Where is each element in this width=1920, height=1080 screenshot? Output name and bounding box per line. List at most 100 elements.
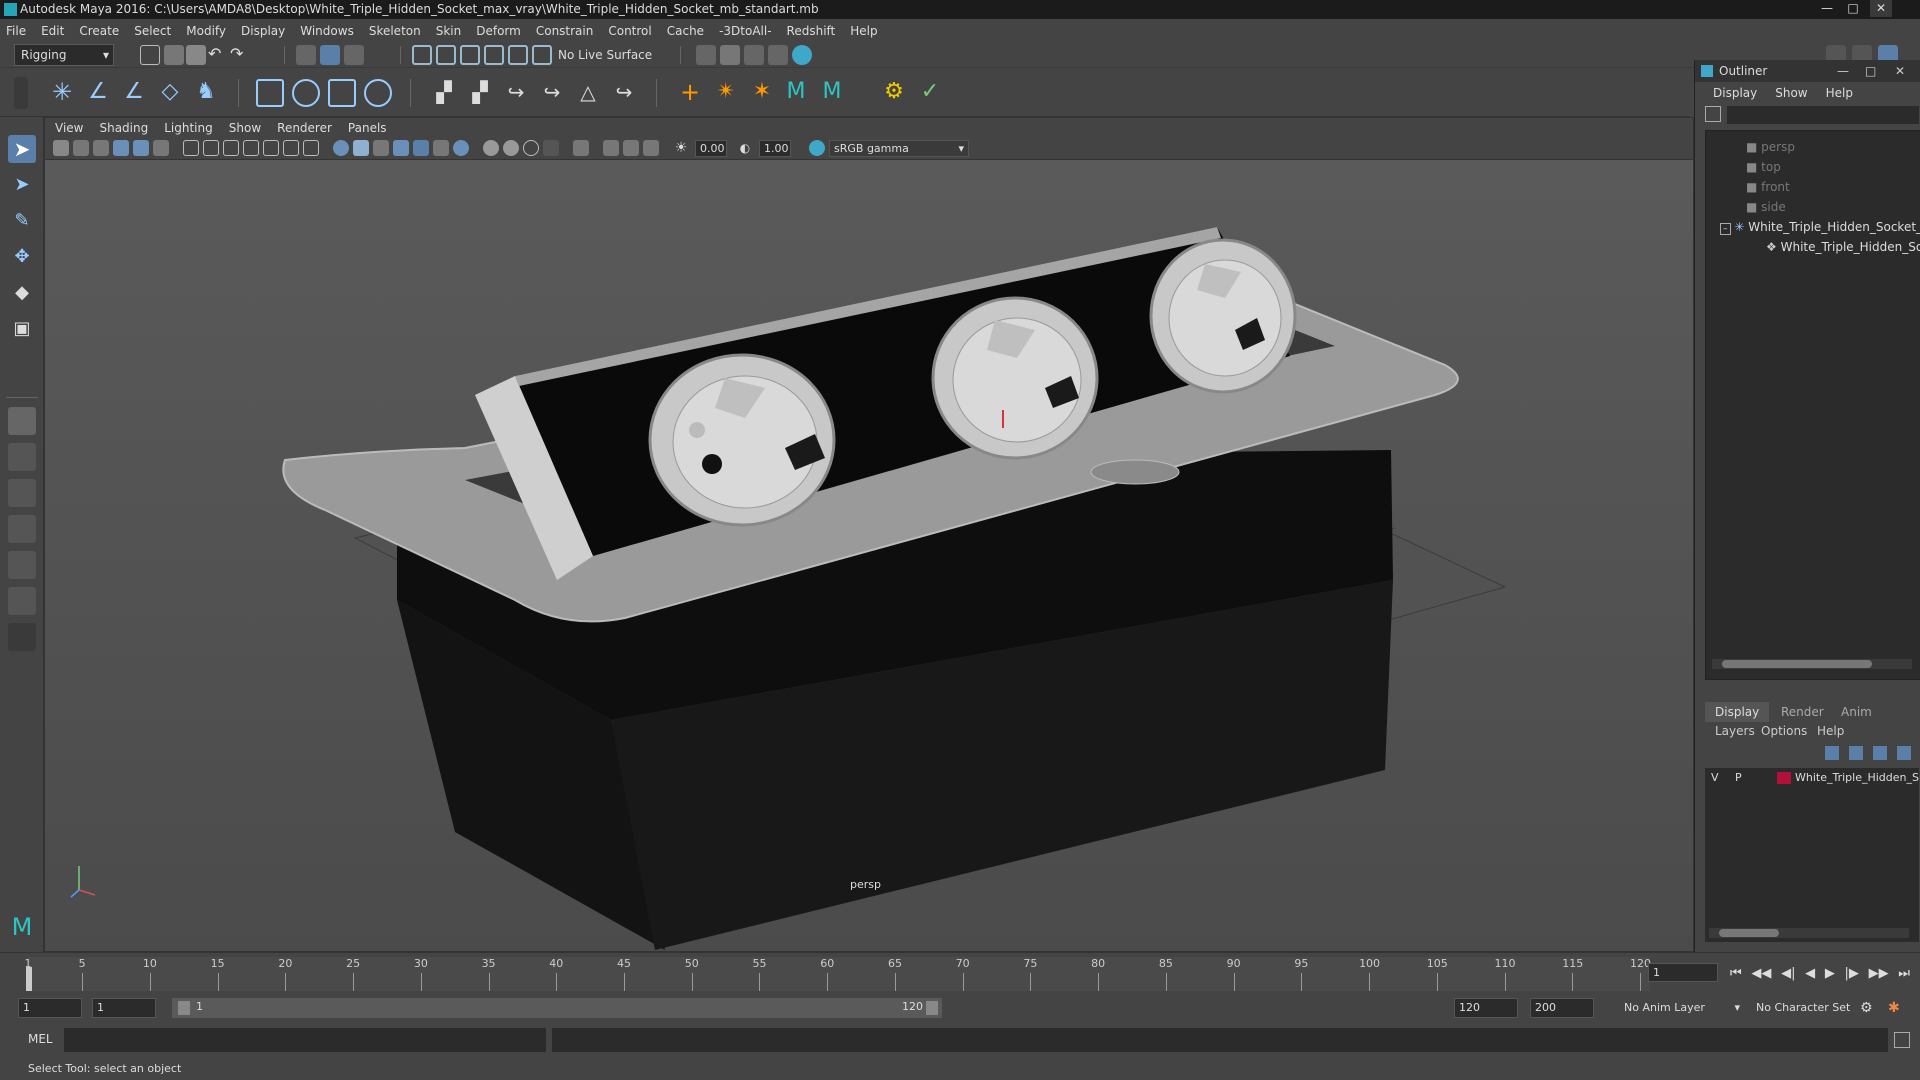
paint-select-icon[interactable]: ✎ [8,207,36,235]
command-input[interactable] [64,1028,546,1052]
go-to-start-icon[interactable]: ⏮ [1730,966,1742,981]
outliner-menu-help[interactable]: Help [1826,86,1853,100]
snap-live-icon[interactable] [532,45,552,65]
snap-view-icon[interactable] [484,45,504,65]
persp-graph-layout-icon[interactable] [8,515,36,543]
textured-icon[interactable] [393,140,409,156]
undo-icon[interactable]: ↶ [208,45,228,65]
render-frame-icon[interactable] [720,45,740,65]
snap-surface-icon[interactable] [508,45,528,65]
save-scene-icon[interactable] [186,45,206,65]
layer-playback-toggle[interactable]: P [1735,768,1742,788]
grid-icon[interactable] [183,140,199,156]
outliner-filter-icon[interactable] [1705,106,1721,122]
blend-shape-icon[interactable]: △ [574,79,602,107]
go-to-end-icon[interactable]: ⏭ [1898,966,1910,981]
script-editor-icon[interactable] [1894,1032,1910,1048]
step-back-key-icon[interactable]: ◀◀ [1751,966,1771,981]
grease-pencil-icon[interactable] [153,140,169,156]
menu-deform[interactable]: Deform [476,24,521,38]
locator-icon[interactable]: + [676,79,704,107]
menu-constrain[interactable]: Constrain [536,24,594,38]
layer-row[interactable]: V P White_Triple_Hidden_S [1705,768,1919,788]
outliner-item-front[interactable]: ■ front [1746,177,1790,197]
layer-tab-render[interactable]: Render [1771,702,1834,722]
parent-constraint-icon[interactable]: M [818,79,846,107]
wireframe-icon[interactable] [333,140,349,156]
outliner-item-top[interactable]: ■ top [1746,157,1781,177]
outliner-item-group[interactable]: – ✳ White_Triple_Hidden_Socket_ [1720,217,1920,237]
viewport-menu-shading[interactable]: Shading [99,121,148,135]
outliner-item-persp[interactable]: ■ persp [1746,137,1795,157]
viewport-canvas[interactable]: persp [45,160,1693,951]
film-gate-icon[interactable] [203,140,219,156]
paint-weights-icon[interactable] [364,79,392,107]
menu-skin[interactable]: Skin [436,24,462,38]
color-space-select[interactable]: sRGB gamma ▾ [829,140,969,157]
ik-handle-icon[interactable]: ∠ [84,79,112,107]
menu-control[interactable]: Control [608,24,651,38]
hypershade-icon[interactable] [792,45,812,65]
step-back-frame-icon[interactable]: ◀| [1781,966,1795,981]
interactive-bind-icon[interactable] [328,79,356,107]
menu-windows[interactable]: Windows [300,24,354,38]
xray-icon[interactable] [543,140,559,156]
backface-culling-icon[interactable] [643,140,659,156]
safe-title-icon[interactable] [303,140,319,156]
menu-modify[interactable]: Modify [186,24,226,38]
render-settings-icon[interactable] [768,45,788,65]
lock-camera-icon[interactable] [73,140,89,156]
smooth-bind-icon[interactable] [292,79,320,107]
new-layer-selected-icon[interactable] [1897,746,1911,760]
collapse-icon[interactable] [8,623,36,651]
image-plane-icon[interactable] [113,140,129,156]
auto-key-icon[interactable]: ⚙ [1860,1000,1876,1016]
minimize-button[interactable]: — [1816,0,1838,17]
start-time-field[interactable]: 1 [18,998,82,1018]
color-management-icon[interactable] [809,140,825,156]
snap-curve-icon[interactable] [436,45,456,65]
render-view-icon[interactable] [696,45,716,65]
anim-layer-select[interactable]: No Anim Layer ▾ [1624,998,1744,1018]
step-forward-key-icon[interactable]: ▶▶ [1869,966,1889,981]
wrap-icon[interactable]: ↪ [538,79,566,107]
snap-grid-icon[interactable] [412,45,432,65]
snap-point-icon[interactable] [460,45,480,65]
point-constraint-icon[interactable]: ✴ [712,79,740,107]
select-component-icon[interactable] [344,45,364,65]
gate-mask-icon[interactable] [243,140,259,156]
default-material-icon[interactable] [373,140,389,156]
mode-selector[interactable]: Rigging ▾ [14,44,114,66]
aim-constraint-icon[interactable]: ✶ [748,79,776,107]
select-hierarchy-icon[interactable] [296,45,316,65]
menu-3dtoall[interactable]: -3DtoAll- [719,24,771,38]
bind-skin-icon[interactable] [256,79,284,107]
cluster-icon[interactable]: ▞ [430,79,458,107]
connection-editor-icon[interactable]: ✓ [916,79,944,107]
layers-menu-layers[interactable]: Layers [1715,724,1755,738]
menu-file[interactable]: File [6,24,26,38]
outliner-layout-icon[interactable] [8,587,36,615]
viewport-menu-lighting[interactable]: Lighting [164,121,213,135]
menu-edit[interactable]: Edit [41,24,64,38]
select-tool-icon[interactable]: ➤ [8,135,36,163]
outliner-menu-show[interactable]: Show [1775,86,1807,100]
open-scene-icon[interactable] [164,45,184,65]
current-frame-field[interactable]: 1 [1648,963,1718,982]
shelf-menu-icon[interactable] [14,77,28,109]
set-driven-key-icon[interactable]: ⚙ [880,79,908,107]
new-layer-icon[interactable] [1873,746,1887,760]
viewport-menu-view[interactable]: View [55,121,83,135]
step-forward-frame-icon[interactable]: |▶ [1845,966,1859,981]
sculpt-icon[interactable]: ↪ [610,79,638,107]
layers-menu-options[interactable]: Options [1761,724,1807,738]
hypershade-layout-icon[interactable] [8,551,36,579]
animation-prefs-icon[interactable]: ✱ [1888,1000,1904,1016]
maximize-button[interactable]: □ [1842,0,1864,17]
viewport-menu-renderer[interactable]: Renderer [277,121,332,135]
orient-constraint-icon[interactable]: M [782,79,810,107]
layer-tab-anim[interactable]: Anim [1831,702,1882,722]
layer-tab-display[interactable]: Display [1705,702,1770,722]
play-backward-icon[interactable]: ◀ [1805,966,1815,981]
close-button[interactable]: ✕ [1870,0,1892,17]
